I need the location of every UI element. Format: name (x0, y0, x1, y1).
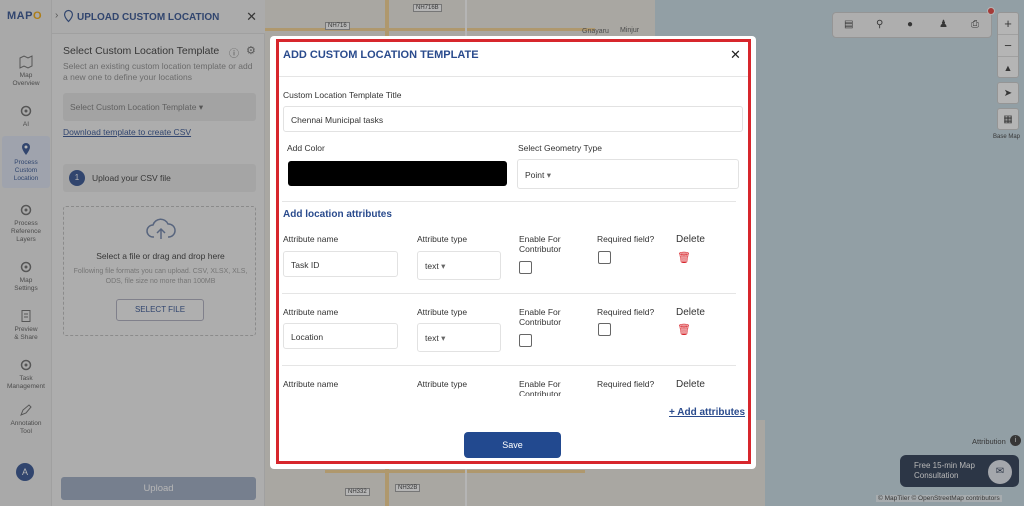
geometry-select-value: Point (525, 170, 551, 180)
enable-contributor-label: Enable For Contributor (519, 307, 562, 327)
attribute-type-select[interactable]: text (417, 251, 501, 280)
color-picker[interactable] (288, 161, 507, 186)
trash-icon[interactable]: 🗑 (677, 251, 691, 264)
divider (279, 76, 748, 77)
attribute-type-label: Attribute type (417, 307, 468, 317)
close-icon[interactable]: ✕ (730, 47, 741, 63)
enable-contributor-checkbox[interactable] (519, 334, 532, 347)
attribute-type-value: text (425, 333, 445, 343)
delete-label: Delete (676, 234, 705, 245)
attribute-name-input[interactable]: Task ID (283, 251, 398, 277)
required-field-checkbox[interactable] (598, 323, 611, 336)
modal-title: ADD CUSTOM LOCATION TEMPLATE (283, 49, 479, 61)
delete-label: Delete (676, 307, 705, 318)
attribute-name-input[interactable]: Location (283, 323, 398, 349)
divider (282, 365, 736, 366)
template-title-label: Custom Location Template Title (283, 90, 402, 100)
attribute-name-label: Attribute name (283, 234, 339, 244)
geometry-select[interactable]: Point (517, 159, 739, 189)
attribute-type-label: Attribute type (417, 379, 468, 389)
required-field-label: Required field? (597, 307, 655, 317)
geometry-label: Select Geometry Type (518, 143, 602, 153)
attribute-type-value: text (425, 261, 445, 271)
attribute-type-select[interactable]: text (417, 323, 501, 352)
required-field-checkbox[interactable] (598, 251, 611, 264)
attribute-name-label: Attribute name (283, 307, 339, 317)
attribute-row-partial: Attribute name Attribute type Enable For… (279, 372, 748, 396)
divider (282, 293, 736, 294)
attributes-heading: Add location attributes (283, 209, 392, 220)
save-button[interactable]: Save (464, 432, 561, 458)
divider (282, 201, 736, 202)
attribute-name-label: Attribute name (283, 379, 339, 389)
enable-contributor-label: Enable For Contributor (519, 379, 562, 396)
required-field-label: Required field? (597, 234, 655, 244)
color-label: Add Color (287, 143, 325, 153)
trash-icon[interactable]: 🗑 (677, 323, 691, 336)
required-field-label: Required field? (597, 379, 655, 389)
delete-label: Delete (676, 379, 705, 390)
enable-contributor-checkbox[interactable] (519, 261, 532, 274)
attribute-type-label: Attribute type (417, 234, 468, 244)
template-title-input[interactable]: Chennai Municipal tasks (283, 106, 743, 132)
add-attributes-link[interactable]: + Add attributes (669, 407, 745, 418)
enable-contributor-label: Enable For Contributor (519, 234, 562, 254)
